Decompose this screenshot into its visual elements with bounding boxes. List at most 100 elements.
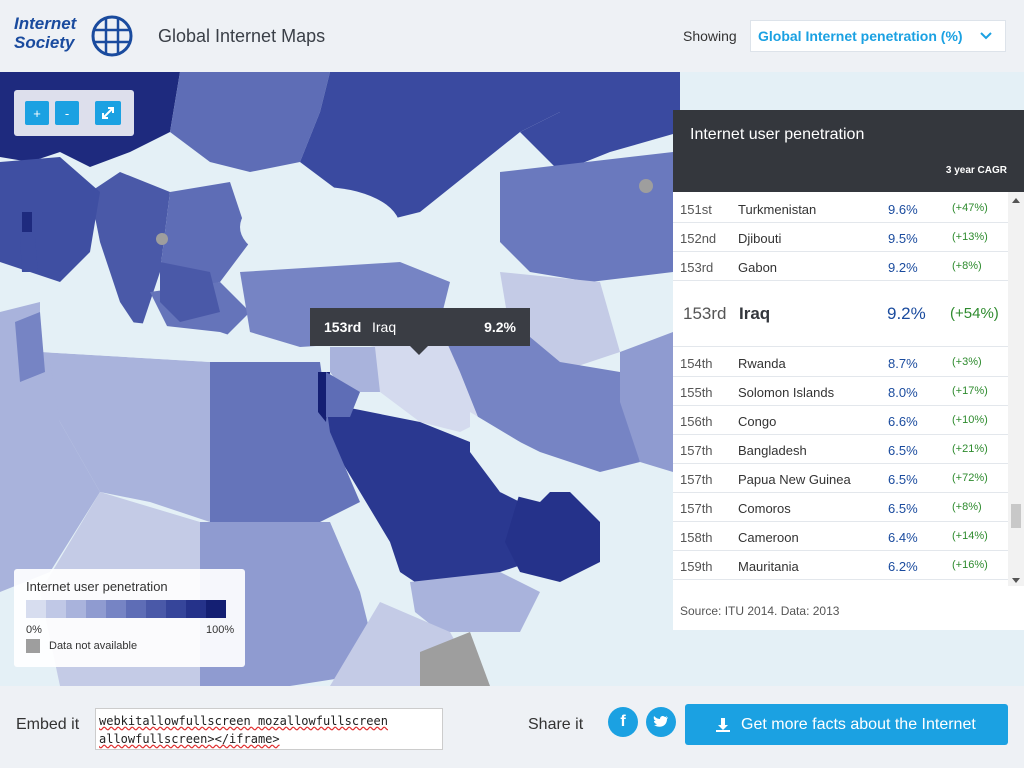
ranking-row[interactable]: 151st Turkmenistan 9.6% (+47%) — [673, 194, 1008, 223]
ranking-row-highlighted[interactable]: 153rd Iraq 9.2% (+54%) — [673, 281, 1008, 347]
row-value: 6.5% — [888, 472, 918, 487]
row-country: Turkmenistan — [738, 202, 817, 217]
ranking-list[interactable]: 151st Turkmenistan 9.6% (+47%) 152nd Djibouti… — [673, 192, 1008, 586]
legend-color-ramp — [26, 600, 226, 618]
country-tunisia — [15, 312, 45, 382]
row-rank: 156th — [680, 414, 713, 429]
tooltip-arrow — [410, 346, 428, 355]
facebook-icon: f — [620, 713, 626, 730]
tooltip-country: Iraq — [372, 319, 397, 335]
row-change: (+3%) — [952, 356, 982, 368]
tooltip-value: 9.2% — [484, 319, 516, 335]
row-change: (+14%) — [952, 530, 988, 542]
zoom-out-button[interactable]: - — [55, 101, 79, 125]
row-change: (+8%) — [952, 501, 982, 513]
ranking-row[interactable]: 159th Mauritania 6.2% (+16%) — [673, 551, 1008, 580]
legend-ramp-swatch — [186, 600, 206, 618]
scroll-thumb[interactable] — [1011, 504, 1021, 528]
twitter-share-button[interactable] — [646, 707, 676, 737]
row-country: Cameroon — [738, 530, 799, 545]
panel-header: Internet user penetration 3 year CAGR — [673, 110, 1024, 192]
download-icon — [716, 718, 730, 732]
embed-code-line1: webkitallowfullscreen mozallowfullscreen — [99, 714, 388, 728]
facebook-share-button[interactable]: f — [608, 707, 638, 737]
get-more-facts-button[interactable]: Get more facts about the Internet — [685, 704, 1008, 745]
country-oman — [505, 492, 600, 582]
ranking-row[interactable]: 157th Bangladesh 6.5% (+21%) — [673, 435, 1008, 464]
legend-ramp-swatch — [146, 600, 166, 618]
tooltip-rank: 153rd — [324, 319, 362, 335]
row-rank: 159th — [680, 559, 713, 574]
ranking-row[interactable]: 154th Rwanda 8.7% (+3%) — [673, 348, 1008, 377]
map-legend: Internet user penetration 0% 100% Data n… — [14, 569, 245, 667]
row-value: 9.6% — [888, 202, 918, 217]
row-value: 8.7% — [888, 356, 918, 371]
row-rank: 158th — [680, 530, 713, 545]
ranking-scrollbar[interactable] — [1008, 192, 1024, 586]
ranking-row[interactable]: 157th Comoros 6.5% (+8%) — [673, 493, 1008, 522]
island — [22, 212, 32, 232]
row-change: (+72%) — [952, 472, 988, 484]
ranking-panel: Internet user penetration 3 year CAGR 15… — [673, 110, 1024, 630]
source-note: Source: ITU 2014. Data: 2013 — [680, 604, 840, 618]
ranking-row[interactable]: 157th Papua New Guinea 6.5% (+72%) — [673, 464, 1008, 493]
legend-title: Internet user penetration — [26, 579, 168, 594]
footer: Embed it webkitallowfullscreen mozallowf… — [0, 686, 1024, 768]
row-change: (+21%) — [952, 443, 988, 455]
row-rank: 151st — [680, 202, 712, 217]
legend-ramp-swatch — [206, 600, 226, 618]
row-value: 6.5% — [888, 501, 918, 516]
row-country: Bangladesh — [738, 443, 807, 458]
embed-code-textarea[interactable]: webkitallowfullscreen mozallowfullscreen… — [95, 708, 443, 750]
legend-na-label: Data not available — [49, 640, 138, 652]
legend-ramp-swatch — [46, 600, 66, 618]
embed-code-line2: allowfullscreen></iframe> — [99, 732, 280, 746]
internet-society-logo[interactable]: Internet Society — [14, 12, 136, 62]
ranking-row[interactable]: 155th Solomon Islands 8.0% (+17%) — [673, 377, 1008, 406]
ranking-row[interactable]: 153rd Gabon 9.2% (+8%) — [673, 252, 1008, 281]
scroll-up-icon[interactable] — [1012, 198, 1020, 203]
fullscreen-button[interactable] — [95, 101, 121, 125]
expand-icon — [102, 107, 114, 119]
row-rank: 153rd — [683, 304, 727, 323]
cta-label: Get more facts about the Internet — [741, 716, 976, 733]
row-country: Iraq — [739, 304, 771, 323]
ranking-row[interactable]: 152nd Djibouti 9.5% (+13%) — [673, 223, 1008, 252]
row-rank: 154th — [680, 356, 713, 371]
kosovo-marker — [156, 233, 168, 245]
row-value: 6.2% — [888, 559, 918, 574]
ranking-row[interactable]: 156th Congo 6.6% (+10%) — [673, 406, 1008, 435]
legend-na-swatch — [26, 639, 40, 653]
row-country: Congo — [738, 414, 777, 429]
row-change: (+17%) — [952, 385, 988, 397]
row-country: Solomon Islands — [738, 385, 835, 400]
row-change: (+47%) — [952, 202, 988, 214]
row-value: 9.2% — [887, 304, 926, 323]
app-title: Global Internet Maps — [158, 26, 326, 46]
globe-icon — [91, 15, 133, 57]
metric-selected-value: Global Internet penetration (%) — [758, 28, 963, 44]
panel-title: Internet user penetration — [690, 126, 865, 143]
grey-marker — [639, 179, 653, 193]
row-rank: 153rd — [680, 260, 714, 275]
zoom-in-button[interactable]: + — [25, 101, 49, 125]
legend-ramp-swatch — [26, 600, 46, 618]
row-rank: 157th — [680, 472, 713, 487]
row-rank: 155th — [680, 385, 713, 400]
row-country: Gabon — [738, 260, 778, 275]
showing-label: Showing — [683, 28, 737, 44]
logo-line2: Society — [14, 33, 75, 52]
legend-ramp-swatch — [66, 600, 86, 618]
metric-dropdown[interactable]: Global Internet penetration (%) — [750, 20, 1006, 52]
ranking-row[interactable]: 158th Cameroon 6.4% (+14%) — [673, 522, 1008, 551]
row-country: Rwanda — [738, 356, 786, 371]
row-value: 6.6% — [888, 414, 918, 429]
country-region — [0, 157, 100, 282]
row-change: (+13%) — [952, 231, 988, 243]
country-yemen — [410, 572, 540, 632]
logo-line1: Internet — [14, 14, 77, 33]
scroll-down-icon[interactable] — [1012, 578, 1020, 583]
zoom-controls: + - — [14, 90, 134, 136]
legend-max-label: 100% — [206, 624, 235, 636]
row-value: 9.2% — [888, 260, 918, 275]
